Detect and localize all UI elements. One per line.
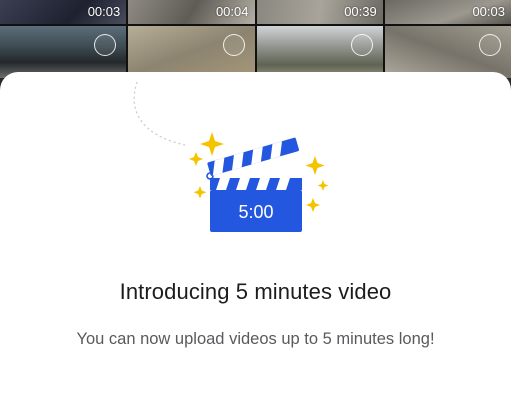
select-circle-icon[interactable] — [222, 34, 245, 56]
video-duration: 00:03 — [472, 4, 505, 19]
select-circle-icon[interactable] — [350, 34, 373, 56]
clapperboard-illustration: 5:00 — [180, 120, 340, 240]
select-circle-icon[interactable] — [479, 34, 501, 56]
video-thumbnail[interactable] — [128, 26, 255, 78]
video-thumbnail[interactable]: 00:39 — [256, 0, 383, 24]
select-circle-icon[interactable] — [94, 34, 117, 56]
video-thumbnail[interactable]: 00:04 — [128, 0, 255, 24]
video-thumbnail[interactable] — [384, 26, 511, 78]
video-duration: 00:03 — [87, 4, 121, 19]
video-duration: 00:39 — [344, 4, 377, 19]
video-duration: 00:04 — [215, 4, 249, 19]
video-thumbnail-grid: 00:03 00:04 00:39 00:03 — [0, 0, 511, 78]
announcement-subtitle: You can now upload videos up to 5 minute… — [76, 330, 435, 348]
clapperboard-label: 5:00 — [238, 202, 273, 222]
announcement-title: Introducing 5 minutes video — [119, 279, 392, 304]
video-thumbnail[interactable] — [256, 26, 383, 78]
video-thumbnail[interactable]: 00:03 — [384, 0, 511, 24]
video-thumbnail[interactable] — [0, 26, 127, 78]
video-thumbnail[interactable]: 00:03 — [0, 0, 127, 24]
